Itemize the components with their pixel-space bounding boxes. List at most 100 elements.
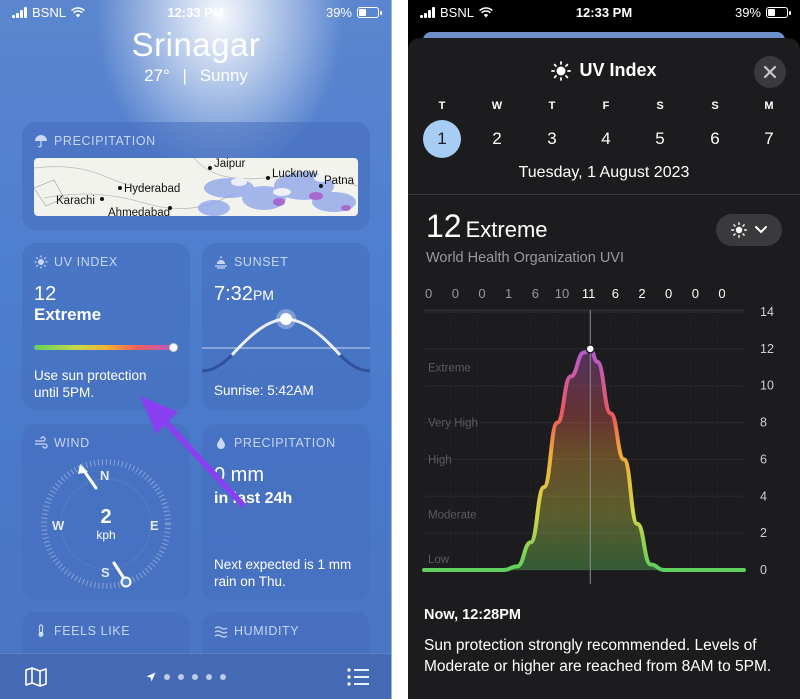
y-tick-label: 12 bbox=[760, 342, 774, 356]
sun-path-graph bbox=[202, 309, 370, 373]
precip-amount: 0 mm bbox=[214, 464, 264, 486]
uv-index-detail-screen: BSNL 12:33 PM 39% UV Index T 1 W 2 T 3 F… bbox=[408, 0, 800, 699]
day-item-5[interactable]: S 5 bbox=[640, 100, 680, 158]
chevron-down-icon bbox=[755, 226, 767, 234]
day-item-6[interactable]: S 6 bbox=[695, 100, 735, 158]
separator: | bbox=[182, 66, 187, 85]
page-dot bbox=[220, 674, 226, 680]
day-item-7[interactable]: M 7 bbox=[749, 100, 789, 158]
hourly-value-label: 0 bbox=[665, 286, 672, 301]
uv-hourly-chart[interactable]: ExtremeVery HighHighModerateLow024681012… bbox=[408, 276, 800, 596]
map-dot bbox=[266, 176, 270, 180]
band-label: Moderate bbox=[428, 510, 477, 522]
current-temp: 27° bbox=[144, 66, 170, 85]
bottom-toolbar bbox=[0, 653, 391, 699]
day-letter: M bbox=[764, 100, 774, 112]
day-number: 6 bbox=[710, 129, 720, 148]
chart-mode-button[interactable] bbox=[716, 214, 782, 246]
card-title: SUNSET bbox=[234, 255, 289, 269]
uv-current-reading: 12 Extreme bbox=[426, 208, 548, 245]
sunset-time-value: 7:32 bbox=[214, 283, 253, 305]
day-item-1[interactable]: T 1 bbox=[422, 100, 462, 158]
wind-card[interactable]: WIND N E S W 2 kph bbox=[22, 424, 190, 600]
page-dot bbox=[206, 674, 212, 680]
close-icon bbox=[763, 65, 777, 79]
hourly-value-label: 0 bbox=[718, 286, 725, 301]
card-header: PRECIPITATION bbox=[34, 134, 156, 148]
hourly-value-label: 11 bbox=[582, 286, 596, 301]
day-letter: T bbox=[438, 100, 446, 112]
day-number: 5 bbox=[655, 129, 665, 148]
status-bar: BSNL 12:33 PM 39% bbox=[408, 0, 800, 24]
card-title: FEELS LIKE bbox=[54, 624, 131, 638]
precipitation-24h-card[interactable]: PRECIPITATION 0 mm in last 24h Next expe… bbox=[202, 424, 370, 600]
precipitation-map[interactable]: Jaipur Lucknow Patna Hyderabad Karachi A… bbox=[34, 158, 358, 216]
sun-icon bbox=[551, 60, 572, 81]
sunset-card[interactable]: SUNSET 7:32PM Sunrise: 5:42AM bbox=[202, 243, 370, 410]
sheet-title-text: UV Index bbox=[579, 60, 657, 80]
card-header: SUNSET bbox=[214, 255, 288, 269]
day-item-4[interactable]: F 4 bbox=[586, 100, 626, 158]
weather-home-screen: BSNL 12:33 PM 39% Srinagar 27° | Sunny P… bbox=[0, 0, 392, 699]
hourly-value-label: 10 bbox=[555, 286, 569, 301]
raindrop-icon bbox=[217, 437, 225, 449]
map-background bbox=[34, 158, 358, 216]
y-tick-label: 10 bbox=[760, 379, 774, 393]
precip-next-line1: Next expected is 1 mm bbox=[214, 557, 352, 572]
hourly-value-label: 0 bbox=[478, 286, 485, 301]
selected-date: Tuesday, 1 August 2023 bbox=[518, 164, 690, 181]
day-number: 7 bbox=[764, 129, 774, 148]
page-dot bbox=[164, 674, 170, 680]
map-label-hyderabad: Hyderabad bbox=[124, 183, 181, 195]
day-letter: T bbox=[548, 100, 556, 112]
uv-scale-bar bbox=[34, 345, 178, 350]
card-header: UV INDEX bbox=[34, 255, 118, 269]
band-label: Low bbox=[428, 554, 450, 566]
page-indicator[interactable] bbox=[146, 672, 226, 682]
y-tick-label: 2 bbox=[760, 526, 767, 540]
precipitation-map-card[interactable]: PRECIPITATION Jaipur Lucknow Patna Hyder… bbox=[22, 122, 370, 230]
battery: 39% bbox=[326, 5, 382, 20]
hourly-value-label: 6 bbox=[612, 286, 619, 301]
page-dot bbox=[192, 674, 198, 680]
status-bar: BSNL 12:33 PM 39% bbox=[0, 0, 391, 24]
precip-period: in last 24h bbox=[214, 490, 293, 507]
card-header: FEELS LIKE bbox=[34, 624, 130, 638]
map-dot bbox=[319, 184, 323, 188]
map-dot bbox=[118, 186, 122, 190]
map-icon[interactable] bbox=[24, 666, 48, 688]
page-dot bbox=[178, 674, 184, 680]
battery: 39% bbox=[734, 5, 791, 20]
umbrella-icon bbox=[35, 135, 47, 148]
day-letter: S bbox=[711, 100, 719, 112]
compass-s: S bbox=[101, 565, 110, 580]
day-number: 3 bbox=[547, 129, 557, 148]
uv-index-card[interactable]: UV INDEX 12 Extreme Use sun protection u… bbox=[22, 243, 190, 410]
day-item-3[interactable]: T 3 bbox=[532, 100, 572, 158]
sunrise-time: Sunrise: 5:42AM bbox=[214, 383, 314, 398]
hourly-value-label: 2 bbox=[638, 286, 645, 301]
day-item-2[interactable]: W 2 bbox=[477, 100, 517, 158]
battery-percent: 39% bbox=[734, 5, 761, 20]
hourly-value-label: 6 bbox=[532, 286, 539, 301]
now-label: Now, 12:28PM bbox=[424, 607, 521, 623]
current-uv-point bbox=[585, 344, 596, 354]
sun-icon bbox=[731, 222, 747, 238]
band-label: Extreme bbox=[428, 362, 471, 374]
list-icon[interactable] bbox=[346, 667, 370, 687]
map-label-karachi: Karachi bbox=[56, 195, 95, 207]
hourly-value-label: 0 bbox=[425, 286, 432, 301]
precip-next: Next expected is 1 mm rain on Thu. bbox=[214, 556, 351, 590]
card-title: PRECIPITATION bbox=[234, 436, 336, 450]
map-label-lucknow: Lucknow bbox=[272, 168, 318, 180]
uv-current-level: Extreme bbox=[465, 217, 548, 242]
sheet-title: UV Index bbox=[408, 60, 800, 81]
y-tick-label: 6 bbox=[760, 452, 767, 466]
close-button[interactable] bbox=[754, 56, 786, 88]
day-number: 1 bbox=[423, 120, 461, 158]
uv-advice-line1: Use sun protection bbox=[34, 368, 147, 383]
map-label-ahmedabad: Ahmedabad bbox=[108, 207, 171, 216]
condition-text: Sunny bbox=[199, 66, 248, 85]
city-name: Srinagar bbox=[131, 26, 261, 63]
current-conditions: 27° | Sunny bbox=[0, 66, 391, 86]
